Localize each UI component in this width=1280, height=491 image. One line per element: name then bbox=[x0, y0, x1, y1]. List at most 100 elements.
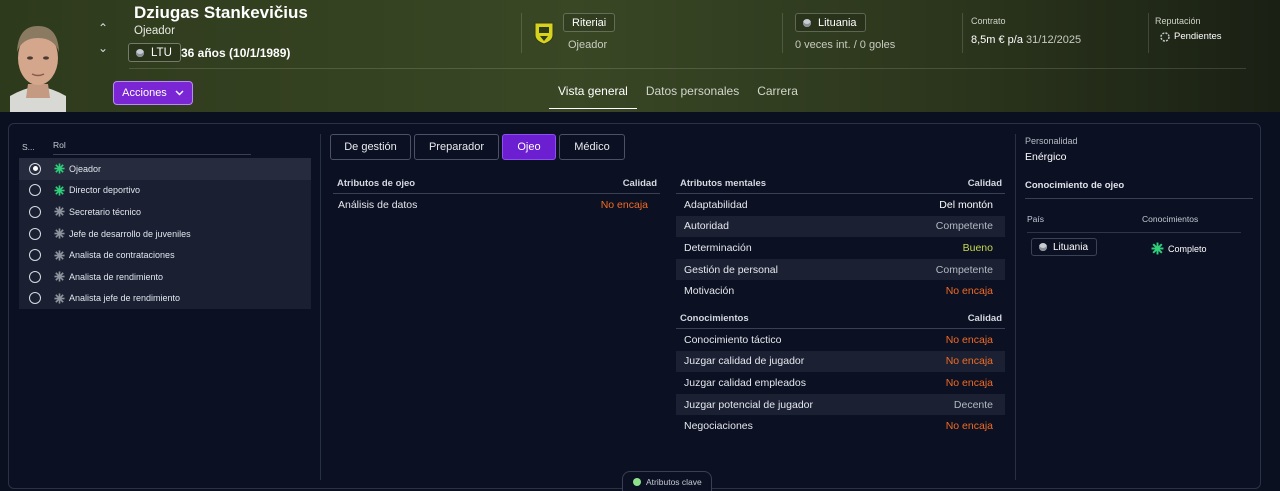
role-radio[interactable] bbox=[29, 205, 41, 218]
role-level-icon bbox=[54, 250, 65, 261]
reputation-value: Pendientes bbox=[1160, 31, 1222, 42]
column-divider bbox=[320, 134, 321, 480]
attribute-row[interactable]: Determinación Bueno bbox=[676, 237, 1005, 259]
attribute-name: Negociaciones bbox=[684, 420, 753, 433]
attribute-row[interactable]: Motivación No encaja bbox=[676, 280, 1005, 302]
scout-knowledge-header: País Conocimientos bbox=[1027, 214, 1241, 233]
table-title: Atributos mentales bbox=[680, 178, 767, 189]
country-chip[interactable]: Lituania bbox=[795, 13, 866, 32]
nationality-chip[interactable]: LTU bbox=[128, 43, 181, 62]
role-radio[interactable] bbox=[29, 184, 41, 197]
attribute-name: Juzgar calidad empleados bbox=[684, 376, 806, 389]
complete-icon bbox=[1151, 242, 1164, 255]
role-radio[interactable] bbox=[29, 270, 41, 283]
attribute-row[interactable]: Juzgar potencial de jugador Decente bbox=[676, 393, 1005, 416]
next-arrow-icon[interactable]: ⌄ bbox=[96, 38, 110, 58]
international-caps: 0 veces int. / 0 goles bbox=[795, 39, 896, 51]
tab-personal-data[interactable]: Datos personales bbox=[637, 80, 748, 109]
contract-wage: 8,5m € p/a bbox=[971, 34, 1023, 46]
segment-medical[interactable]: Médico bbox=[559, 134, 625, 160]
role-row[interactable]: Secretario técnico bbox=[19, 201, 311, 223]
person-name: Dziugas Stankevičius bbox=[134, 3, 308, 22]
role-row[interactable]: Jefe de desarrollo de juveniles bbox=[19, 222, 311, 245]
segment-scouting[interactable]: Ojeo bbox=[502, 134, 556, 160]
attribute-name: Autoridad bbox=[684, 220, 729, 233]
header-divider bbox=[1148, 13, 1149, 53]
club-badge-icon[interactable] bbox=[533, 21, 555, 45]
segment-management[interactable]: De gestión bbox=[330, 134, 411, 160]
role-radio[interactable] bbox=[29, 249, 41, 262]
personality-label: Personalidad bbox=[1025, 136, 1078, 146]
quality-header: Calidad bbox=[967, 313, 1002, 324]
attribute-name: Adaptabilidad bbox=[684, 198, 748, 211]
tab-career[interactable]: Carrera bbox=[748, 80, 807, 109]
previous-arrow-icon[interactable]: ⌃ bbox=[96, 18, 110, 38]
table-title: Atributos de ojeo bbox=[337, 178, 416, 189]
attribute-name: Juzgar potencial de jugador bbox=[684, 398, 814, 411]
attribute-row[interactable]: Autoridad Competente bbox=[676, 215, 1005, 238]
attribute-row[interactable]: Juzgar calidad empleados No encaja bbox=[676, 372, 1005, 394]
attribute-row[interactable]: Gestión de personal Competente bbox=[676, 258, 1005, 281]
header-rule bbox=[129, 68, 1246, 69]
country-chip[interactable]: Lituania bbox=[1031, 238, 1098, 256]
attribute-row[interactable]: Juzgar calidad de jugador No encaja bbox=[676, 350, 1005, 373]
header-divider bbox=[521, 13, 522, 53]
col-knowledge-header[interactable]: Conocimientos bbox=[1142, 214, 1198, 224]
role-level-icon bbox=[54, 163, 65, 174]
mental-attributes-table: Atributos mentales Calidad Adaptabilidad… bbox=[676, 174, 1005, 302]
role-label: Secretario técnico bbox=[69, 206, 142, 217]
attribute-row[interactable]: Negociaciones No encaja bbox=[676, 415, 1005, 437]
contract-label: Contrato bbox=[971, 16, 1006, 26]
header-divider bbox=[782, 13, 783, 53]
role-row[interactable]: Ojeador bbox=[19, 158, 311, 180]
contract-value: 8,5m € p/a 31/12/2025 bbox=[971, 34, 1081, 46]
role-label: Ojeador bbox=[69, 163, 102, 174]
age-birthdate: 36 años (10/1/1989) bbox=[181, 46, 291, 60]
role-row[interactable]: Analista jefe de rendimiento bbox=[19, 287, 311, 310]
role-row[interactable]: Analista de contrataciones bbox=[19, 244, 311, 266]
player-nav: ⌃ ⌄ bbox=[96, 18, 110, 58]
attribute-name: Motivación bbox=[684, 285, 735, 298]
chevron-down-icon bbox=[175, 90, 184, 96]
table-title: Conocimientos bbox=[680, 313, 749, 324]
key-attributes-toggle[interactable]: Atributos clave bbox=[622, 471, 712, 491]
attribute-type-switch: De gestión Preparador Ojeo Médico bbox=[330, 134, 625, 160]
role-radio[interactable] bbox=[29, 227, 41, 240]
scout-knowledge-title: Conocimiento de ojeo bbox=[1025, 180, 1253, 199]
quality-header: Calidad bbox=[622, 178, 657, 189]
role-label: Director deportivo bbox=[69, 185, 141, 196]
header-divider bbox=[962, 13, 963, 53]
club-chip[interactable]: Riteriai bbox=[563, 13, 616, 32]
column-divider bbox=[1015, 134, 1016, 480]
attribute-name: Análisis de datos bbox=[338, 199, 418, 211]
attribute-row[interactable]: Conocimiento táctico No encaja bbox=[676, 329, 1005, 351]
col-country-header[interactable]: País bbox=[1027, 214, 1142, 224]
segment-coach[interactable]: Preparador bbox=[414, 134, 499, 160]
role-row[interactable]: Director deportivo bbox=[19, 179, 311, 202]
reputation-text: Pendientes bbox=[1174, 31, 1222, 42]
personality-value: Enérgico bbox=[1025, 151, 1067, 163]
flag-icon bbox=[136, 48, 144, 57]
role-radio[interactable] bbox=[29, 292, 41, 305]
table-header: Atributos mentales Calidad bbox=[676, 174, 1005, 194]
role-radio[interactable] bbox=[29, 162, 41, 175]
flag-icon bbox=[1039, 243, 1047, 251]
attribute-row[interactable]: Adaptabilidad Del montón bbox=[676, 194, 1005, 216]
role-row[interactable]: Analista de rendimiento bbox=[19, 265, 311, 288]
col-selected-header[interactable]: S... bbox=[19, 142, 53, 152]
attribute-quality: No encaja bbox=[945, 285, 993, 298]
status-dot-icon bbox=[633, 477, 641, 486]
attribute-row[interactable]: Análisis de datos No encaja bbox=[333, 194, 660, 216]
role-label: Jefe de desarrollo de juveniles bbox=[69, 228, 191, 239]
knowledge-level-text: Completo bbox=[1168, 243, 1207, 254]
roles-header: S... Rol bbox=[19, 136, 311, 158]
knowledge-row: Lituania bbox=[1031, 238, 1241, 256]
role-level-icon bbox=[54, 228, 65, 239]
attribute-quality: Competente bbox=[935, 220, 993, 233]
actions-label: Acciones bbox=[122, 87, 167, 99]
actions-button[interactable]: Acciones bbox=[113, 81, 193, 105]
attribute-quality: Decente bbox=[953, 398, 993, 411]
col-role-header[interactable]: Rol bbox=[53, 140, 251, 155]
attribute-name: Gestión de personal bbox=[684, 263, 778, 276]
tab-overview[interactable]: Vista general bbox=[549, 80, 637, 109]
